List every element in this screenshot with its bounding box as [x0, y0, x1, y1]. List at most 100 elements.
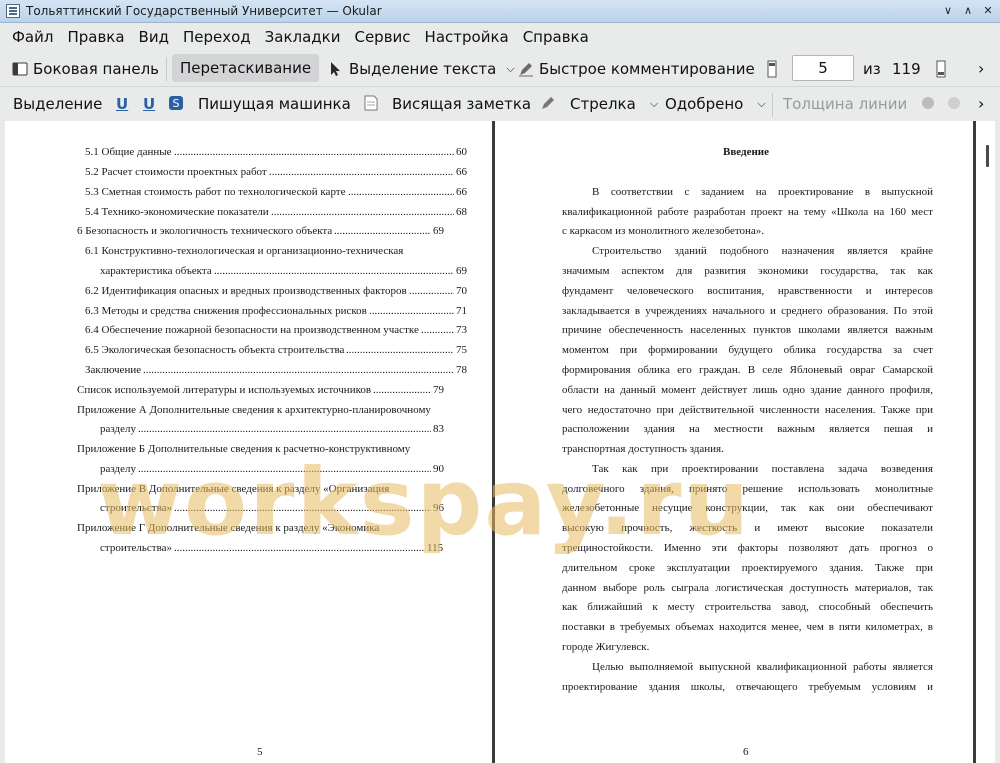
- toc-entry[interactable]: 5.2 Расчет стоимости проектных работ: [85, 165, 267, 179]
- maximize-icon[interactable]: ∧: [960, 3, 976, 19]
- toc-leader: ........................................…: [143, 364, 454, 376]
- toc-entry[interactable]: 6.3 Методы и средства снижения профессио…: [85, 304, 367, 318]
- arrow-pen-icon: [542, 97, 554, 109]
- color-icon: [922, 97, 934, 109]
- text-line: значимым аспектом для развития экономики…: [562, 265, 933, 277]
- toc-entry[interactable]: строительства»: [100, 501, 172, 515]
- toc-leader: ........................................…: [138, 463, 431, 475]
- minimize-icon[interactable]: ∨: [940, 3, 956, 19]
- arrow-tool-button[interactable]: Стрелка ⌵: [570, 87, 658, 120]
- typewriter-button[interactable]: Пишущая машинка: [198, 87, 351, 120]
- text-line: трещиностойкости. Именно эти факторы поз…: [562, 542, 933, 554]
- text-line: расположении здания на местности важным …: [562, 423, 933, 435]
- page-number: 6: [743, 746, 749, 758]
- toc-entry[interactable]: Заключение: [85, 363, 141, 377]
- toc-leader: ........................................…: [174, 146, 454, 158]
- toc-entry[interactable]: 6.2 Идентификация опасных и вредных прои…: [85, 284, 407, 298]
- next-page-icon[interactable]: [935, 60, 947, 78]
- squiggly-underline-icon[interactable]: U: [143, 87, 155, 120]
- browse-tool-button[interactable]: Перетаскивание: [172, 54, 320, 82]
- menu-help[interactable]: Справка: [523, 28, 589, 46]
- menu-file[interactable]: Файл: [12, 28, 53, 46]
- menu-view[interactable]: Вид: [139, 28, 169, 46]
- close-icon[interactable]: ✕: [980, 3, 996, 19]
- menu-bookmarks[interactable]: Закладки: [265, 28, 341, 46]
- toc-entry[interactable]: 6.5 Экологическая безопасность объекта с…: [85, 343, 344, 357]
- page-separator: [973, 121, 976, 763]
- toc-leader: ........................................…: [409, 285, 454, 297]
- highlight-button[interactable]: Выделение: [13, 87, 102, 120]
- window-title: Тольяттинский Государственный Университе…: [26, 4, 382, 18]
- annotate-pen-icon: [519, 62, 533, 76]
- toc-entry[interactable]: 5.3 Сметная стоимость работ по технологи…: [85, 185, 346, 199]
- chevron-down-icon[interactable]: ⌵: [506, 62, 514, 76]
- toc-leader: ........................................…: [214, 265, 454, 277]
- text-select-label: Выделение текста: [349, 59, 497, 78]
- toolbar-overflow-icon[interactable]: ›: [978, 87, 984, 120]
- previous-page-icon[interactable]: [766, 60, 778, 78]
- text-line: Строительство зданий подобного назначени…: [592, 245, 933, 257]
- browse-tool-label: Перетаскивание: [180, 59, 312, 77]
- toc-entry[interactable]: Список используемой литературы и использ…: [77, 383, 371, 397]
- toc-page: 68: [456, 206, 467, 218]
- toc-page: 96: [433, 502, 444, 514]
- annotation-toolbar: Выделение U U S Пишущая машинка Висящая …: [0, 87, 1000, 120]
- stamp-label: Одобрено: [665, 94, 744, 113]
- text-line: фундамент человеческого воспитания, нрав…: [562, 285, 933, 297]
- toolbar-overflow-icon[interactable]: ›: [978, 51, 984, 86]
- page-number-input[interactable]: 5: [792, 55, 854, 81]
- section-heading: Введение: [723, 146, 770, 158]
- text-line: квалификационной работе разработан проек…: [562, 206, 933, 218]
- strikeout-icon[interactable]: S: [168, 95, 184, 111]
- page-total-label: 119: [892, 59, 921, 78]
- menu-go[interactable]: Переход: [183, 28, 251, 46]
- menu-edit[interactable]: Правка: [67, 28, 124, 46]
- stamp-button[interactable]: Одобрено ⌵: [665, 87, 766, 120]
- toc-entry[interactable]: строительства»: [100, 541, 172, 555]
- text-line: высокую прочность, жесткость и имеют выс…: [562, 522, 933, 534]
- text-line: железобетонные несущие конструкции, так …: [562, 502, 933, 514]
- sidebar-button-label: Боковая панель: [33, 59, 159, 78]
- toc-leader: ........................................…: [174, 502, 431, 514]
- chevron-down-icon[interactable]: ⌵: [757, 97, 765, 111]
- toc-leader: ........................................…: [346, 344, 454, 356]
- sidebar-button[interactable]: Боковая панель: [12, 51, 159, 86]
- document-viewport[interactable]: 5.1 Общие данные 60 5.2 Расчет стоимости…: [5, 121, 995, 763]
- text-line: с каркасом из монолитного железобетона».: [562, 225, 765, 237]
- toc-entry[interactable]: разделу: [100, 422, 136, 436]
- line-width-button: Толщина линии: [783, 94, 908, 113]
- note-icon[interactable]: [364, 95, 378, 111]
- toc-entry[interactable]: разделу: [100, 462, 136, 476]
- toc-page: 78: [456, 364, 467, 376]
- toc-entry[interactable]: 6.1 Конструктивно-технологическая и орга…: [85, 244, 403, 258]
- toc-entry[interactable]: 5.4 Технико-экономические показатели: [85, 205, 269, 219]
- text-line: закладывается в учреждениях начального и…: [562, 305, 933, 317]
- text-select-button[interactable]: Выделение текста ⌵: [328, 51, 515, 86]
- svg-text:S: S: [173, 97, 180, 110]
- text-line: Так как при проектировании поставлена за…: [592, 463, 933, 475]
- toc-entry[interactable]: Приложение В Дополнительные сведения к р…: [77, 482, 389, 496]
- underline-icon[interactable]: U: [116, 87, 128, 120]
- chevron-down-icon[interactable]: ⌵: [650, 97, 658, 111]
- toc-entry[interactable]: 6.4 Обеспечение пожарной безопасности на…: [85, 323, 419, 337]
- popup-note-button[interactable]: Висящая заметка: [392, 87, 531, 120]
- vertical-scrollbar[interactable]: [980, 121, 995, 763]
- menu-settings[interactable]: Настройка: [425, 28, 509, 46]
- cursor-icon: [331, 61, 340, 76]
- toc-entry[interactable]: характеристика объекта: [100, 264, 212, 278]
- toc-entry[interactable]: Приложение А Дополнительные сведения к а…: [77, 403, 431, 417]
- text-line: В соответствии с заданием на проектирова…: [592, 186, 933, 198]
- toc-entry[interactable]: 5.1 Общие данные: [85, 145, 172, 159]
- toc-entry[interactable]: Приложение Г Дополнительные сведения к р…: [77, 521, 379, 535]
- text-line: формирования облика его граждан. В селе …: [562, 364, 933, 376]
- toc-page: 60: [456, 146, 467, 158]
- quick-annotation-button[interactable]: Быстрое комментирование: [518, 51, 755, 86]
- text-line: чего недостаточно при действительной чис…: [562, 404, 933, 416]
- scrollbar-thumb[interactable]: [986, 145, 989, 167]
- toolbar-separator: [772, 93, 773, 117]
- toc-page: 70: [456, 285, 467, 297]
- toc-entry[interactable]: Приложение Б Дополнительные сведения к р…: [77, 442, 410, 456]
- toc-entry[interactable]: 6 Безопасность и экологичность техническ…: [77, 224, 332, 238]
- text-line: как ближайший к месту строительства заво…: [562, 601, 933, 613]
- menu-tools[interactable]: Сервис: [354, 28, 410, 46]
